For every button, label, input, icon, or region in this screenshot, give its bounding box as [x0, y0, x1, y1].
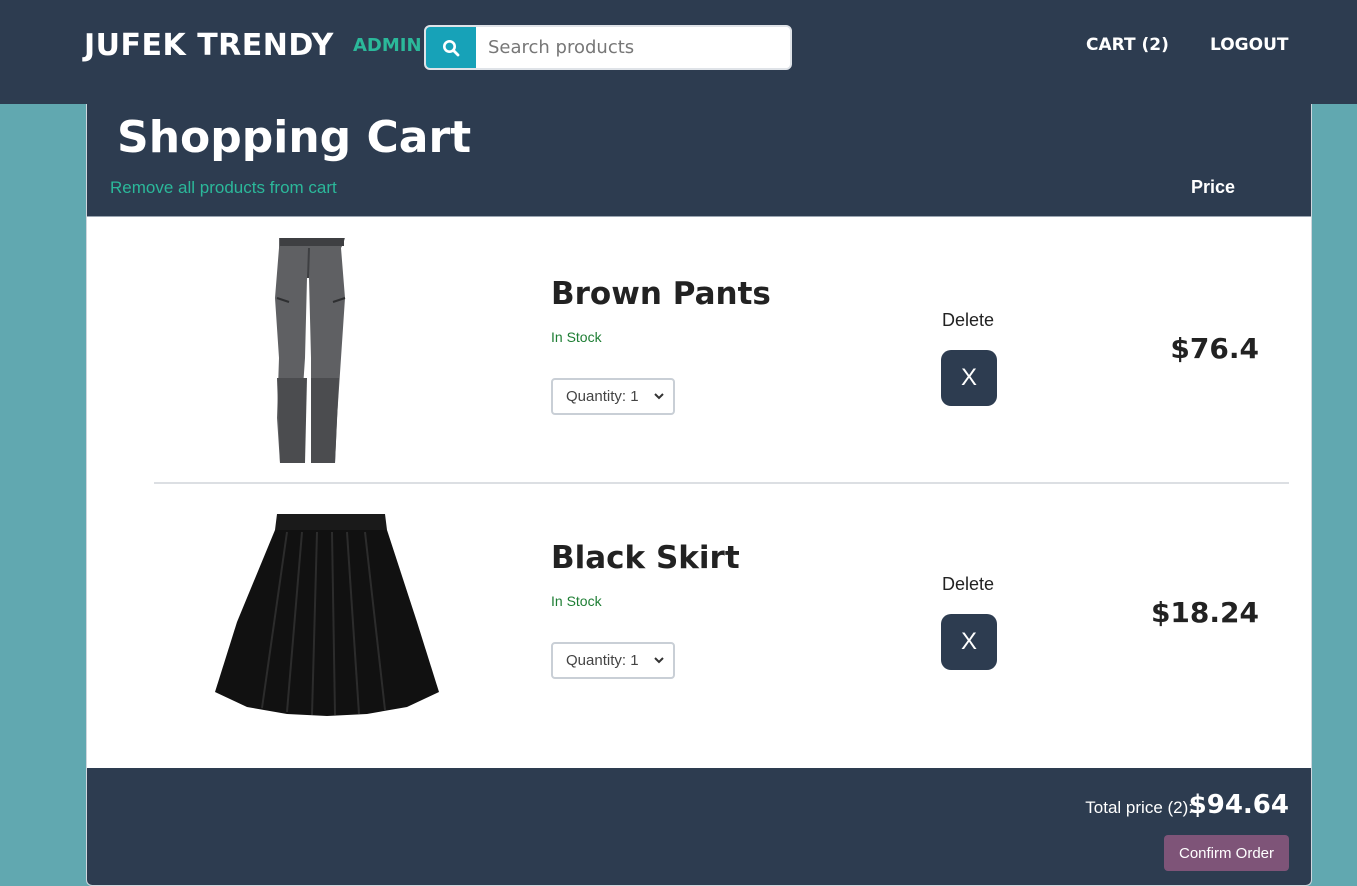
chevron-down-icon — [654, 657, 664, 664]
item-price: $18.24 — [1150, 596, 1259, 629]
product-name[interactable]: Black Skirt — [551, 540, 740, 576]
cart-header: Shopping Cart Remove all products from c… — [87, 104, 1311, 217]
search-input[interactable] — [476, 27, 790, 68]
admin-link[interactable]: ADMIN — [353, 35, 422, 56]
page-title: Shopping Cart — [117, 112, 472, 163]
search-button[interactable] — [426, 27, 476, 68]
search-icon — [443, 39, 460, 56]
quantity-select[interactable]: Quantity: 1 — [551, 378, 675, 415]
skirt-image — [215, 514, 439, 716]
stock-status: In Stock — [551, 593, 602, 609]
item-divider — [154, 482, 1289, 484]
cart-link[interactable]: CART (2) — [1086, 35, 1169, 55]
total-price: $94.64 — [1188, 790, 1289, 820]
delete-label: Delete — [942, 310, 995, 330]
product-name[interactable]: Brown Pants — [551, 276, 771, 312]
cart-footer: Total price (2): $94.64 Confirm Order — [87, 768, 1311, 885]
price-column-header: Price — [1191, 177, 1236, 197]
chevron-down-icon — [654, 393, 664, 400]
cart-item: Black Skirt In Stock Quantity: 1 Delete … — [87, 492, 1311, 752]
quantity-label: Quantity: 1 — [566, 388, 639, 405]
item-price: $76.4 — [1170, 332, 1259, 365]
navbar: JUFEK TRENDY ADMIN CART (2) LOGOUT — [0, 0, 1357, 104]
logout-link[interactable]: LOGOUT — [1210, 35, 1288, 55]
pants-image — [275, 238, 346, 463]
confirm-order-button[interactable]: Confirm Order — [1164, 835, 1289, 871]
search-bar — [424, 25, 792, 70]
delete-button[interactable]: X — [941, 350, 997, 406]
remove-all-link[interactable]: Remove all products from cart — [110, 178, 337, 198]
total-label: Total price (2): — [1085, 798, 1193, 817]
delete-button[interactable]: X — [941, 614, 997, 670]
quantity-select[interactable]: Quantity: 1 — [551, 642, 675, 679]
cart-card: Shopping Cart Remove all products from c… — [86, 104, 1312, 886]
brand-logo[interactable]: JUFEK TRENDY — [84, 28, 334, 63]
delete-label: Delete — [942, 574, 995, 594]
stock-status: In Stock — [551, 329, 602, 345]
quantity-label: Quantity: 1 — [566, 652, 639, 669]
cart-item: Brown Pants In Stock Quantity: 1 Delete … — [87, 228, 1311, 488]
